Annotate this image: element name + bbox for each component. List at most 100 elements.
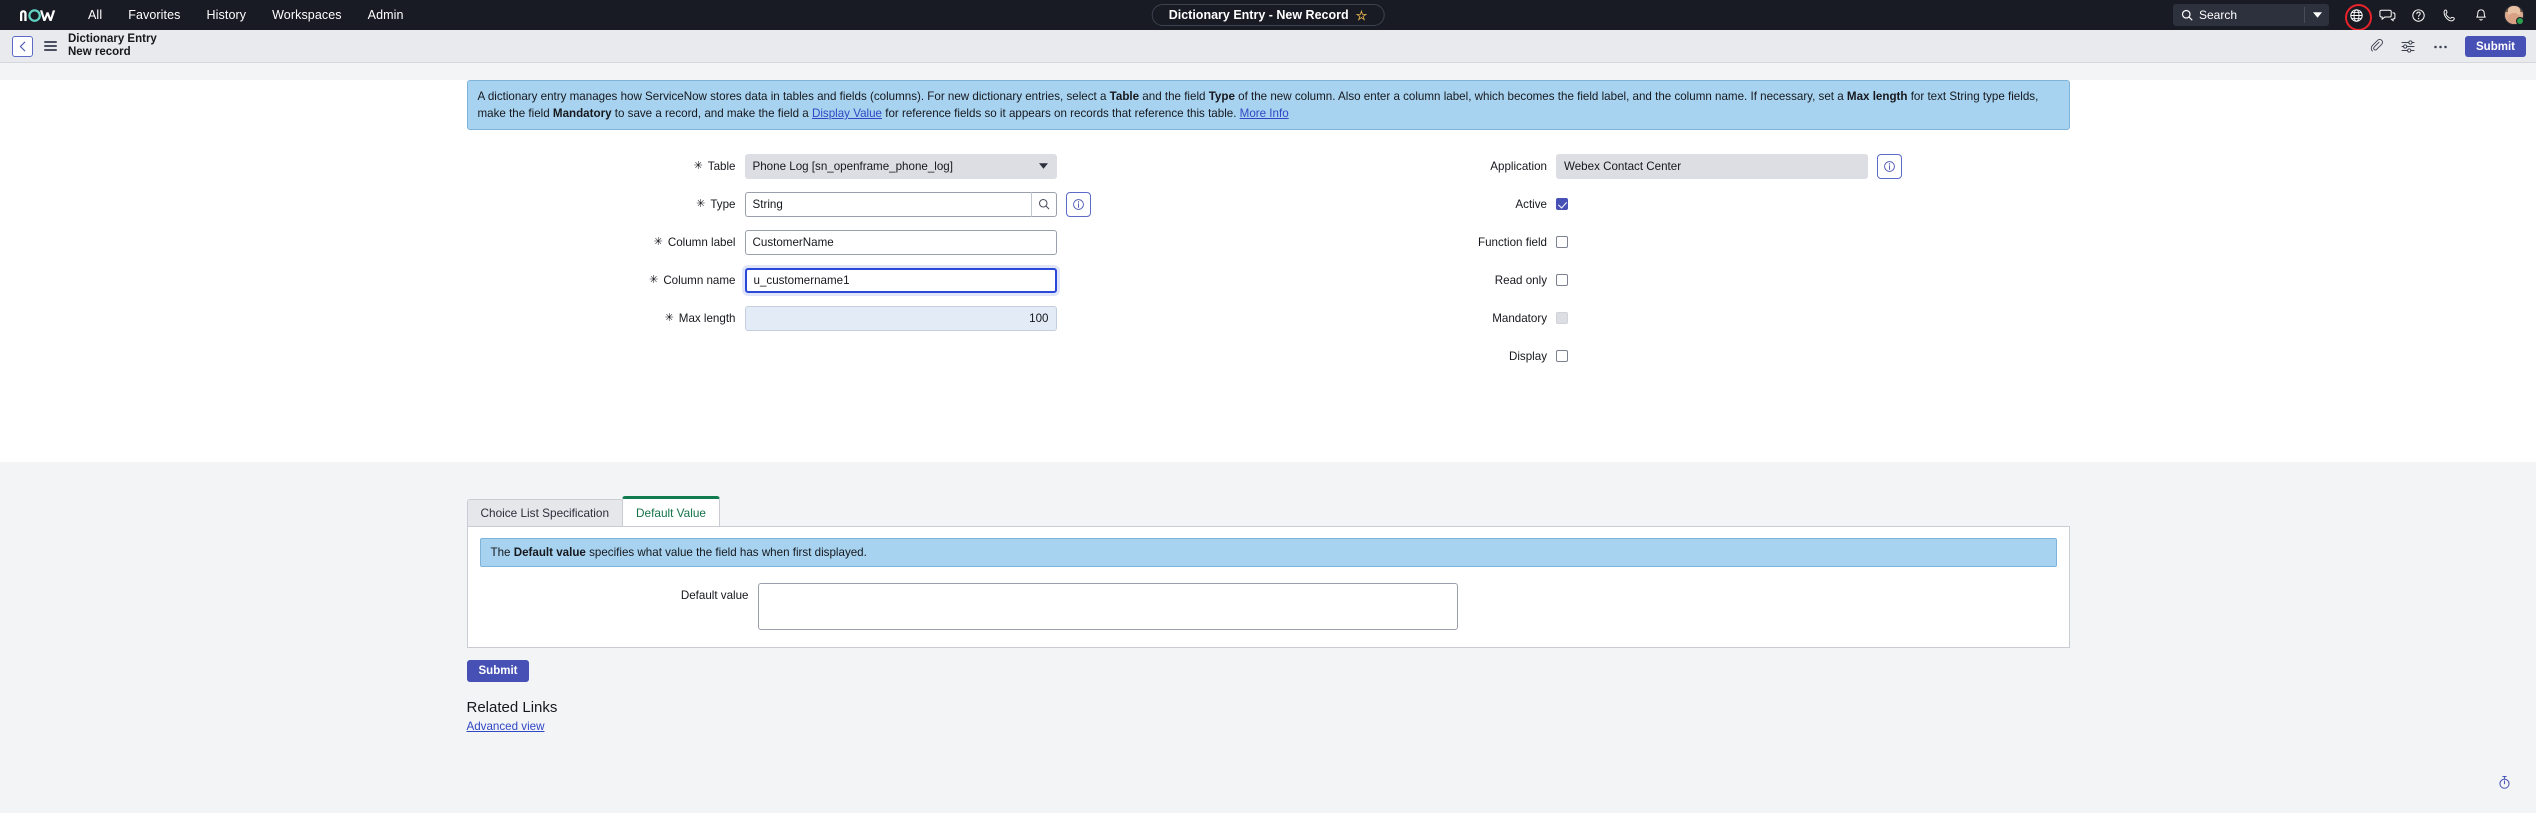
stopwatch-icon[interactable] xyxy=(2498,775,2511,795)
read-only-checkbox[interactable] xyxy=(1556,274,1568,287)
active-field-control xyxy=(1556,198,1568,211)
max-length-field[interactable] xyxy=(744,305,1057,331)
column-name-field-label: ✳ Column name xyxy=(467,274,745,287)
active-checkbox[interactable] xyxy=(1556,198,1568,211)
banner-text-3: of the new column. Also enter a column l… xyxy=(1234,90,1847,103)
tab-banner-suffix: specifies what value the field has when … xyxy=(585,546,867,559)
top-navigation-bar: All Favorites History Workspaces Admin D… xyxy=(0,0,2536,31)
tab-banner-prefix: The xyxy=(490,546,514,559)
form-actions: Submit xyxy=(2360,30,2526,63)
display-field-label: Display xyxy=(1278,350,1556,363)
default-value-tab-panel: The Default value specifies what value t… xyxy=(466,526,2070,648)
servicenow-logo[interactable] xyxy=(18,8,64,22)
column-label-field[interactable] xyxy=(744,229,1057,255)
phone-icon[interactable] xyxy=(2437,3,2462,28)
tab-default-value[interactable]: Default Value xyxy=(622,496,720,526)
max-length-field-control xyxy=(744,305,1057,331)
nav-all[interactable]: All xyxy=(86,4,104,26)
max-length-label-text: Max length xyxy=(678,311,736,325)
default-value-label: Default value xyxy=(680,589,749,602)
table-field-label: ✳ Table xyxy=(467,160,745,173)
field-row-mandatory: Mandatory xyxy=(1278,299,2070,337)
back-button[interactable] xyxy=(12,35,33,57)
attachment-icon[interactable] xyxy=(2363,34,2389,60)
lower-content: Choice List Specification Default Value … xyxy=(466,462,2070,735)
mandatory-field-label: Mandatory xyxy=(1278,312,1556,325)
type-field-label: ✳ Type xyxy=(467,198,745,211)
required-marker-icon: ✳ xyxy=(696,197,706,210)
search-scope-caret-icon[interactable] xyxy=(2305,12,2329,18)
primary-nav-links: All Favorites History Workspaces Admin xyxy=(86,4,406,26)
display-label-text: Display xyxy=(1508,349,1547,363)
current-record-pill[interactable]: Dictionary Entry - New Record ☆ xyxy=(1151,4,1385,26)
table-field[interactable]: Phone Log [sn_openframe_phone_log] xyxy=(744,153,1057,179)
column-name-field[interactable] xyxy=(744,267,1057,293)
search-input[interactable] xyxy=(2199,8,2304,22)
lower-section: Choice List Specification Default Value … xyxy=(0,462,2536,789)
application-field-info-icon[interactable] xyxy=(1877,153,1902,179)
field-row-active: Active xyxy=(1278,185,2070,223)
display-value-link[interactable]: Display Value xyxy=(812,107,882,120)
function-field-label: Function field xyxy=(1278,236,1556,249)
search-icon xyxy=(2173,9,2199,21)
default-value-textarea[interactable] xyxy=(757,583,1458,630)
form-column-left: ✳ Table Phone Log [sn_openframe_phone_lo… xyxy=(467,147,1269,375)
banner-text-2: and the field xyxy=(1139,90,1209,103)
user-avatar[interactable] xyxy=(2504,5,2524,25)
nav-admin[interactable]: Admin xyxy=(366,4,406,26)
banner-bold-table: Table xyxy=(1109,90,1140,103)
default-value-row: Default value xyxy=(480,583,2057,630)
required-marker-icon: ✳ xyxy=(653,235,663,248)
field-row-column-name: ✳ Column name xyxy=(467,261,1269,299)
banner-bold-mandatory: Mandatory xyxy=(552,107,612,121)
application-field-label: Application xyxy=(1278,160,1556,173)
related-links-title: Related Links xyxy=(466,699,558,716)
tab-choice-list-specification-label: Choice List Specification xyxy=(480,506,610,520)
conversations-icon[interactable] xyxy=(2375,3,2400,28)
global-search[interactable] xyxy=(2173,4,2329,26)
active-field-label: Active xyxy=(1278,198,1556,211)
required-marker-icon: ✳ xyxy=(693,159,703,172)
type-field-info-icon[interactable] xyxy=(1065,191,1091,217)
column-name-label-text: Column name xyxy=(663,273,736,287)
nav-history[interactable]: History xyxy=(205,4,249,26)
display-checkbox[interactable] xyxy=(1556,350,1568,363)
presence-online-indicator xyxy=(2516,17,2524,25)
type-lookup-search-icon[interactable] xyxy=(1030,191,1057,217)
advanced-view-link[interactable]: Advanced view xyxy=(467,720,545,733)
form-columns: ✳ Table Phone Log [sn_openframe_phone_lo… xyxy=(467,147,2070,375)
tab-choice-list-specification[interactable]: Choice List Specification xyxy=(466,499,624,526)
nav-favorites[interactable]: Favorites xyxy=(126,4,182,26)
read-only-field-control xyxy=(1556,274,1568,287)
banner-text-5: to save a record, and make the field a xyxy=(611,107,812,121)
favorite-star-icon[interactable]: ☆ xyxy=(1356,9,1368,22)
record-title-block: Dictionary Entry New record xyxy=(68,33,157,59)
context-menu-icon[interactable] xyxy=(44,41,57,51)
dictionary-entry-info-banner: A dictionary entry manages how ServiceNo… xyxy=(466,80,2070,131)
table-field-value: Phone Log [sn_openframe_phone_log] xyxy=(752,159,953,173)
notifications-bell-icon[interactable] xyxy=(2468,3,2493,28)
banner-text-6: for reference fields so it appears on re… xyxy=(882,107,1240,121)
table-label-text: Table xyxy=(707,159,736,173)
mandatory-field-control xyxy=(1556,312,1568,325)
type-field-control xyxy=(744,191,1091,217)
display-field-control xyxy=(1556,350,1568,363)
submit-button-footer[interactable]: Submit xyxy=(466,660,530,682)
current-record-label: Dictionary Entry - New Record xyxy=(1168,8,1349,22)
globe-icon[interactable] xyxy=(2344,3,2372,31)
personalize-form-icon[interactable] xyxy=(2395,34,2421,60)
type-field[interactable] xyxy=(744,191,1031,217)
submit-button-header[interactable]: Submit xyxy=(2465,36,2526,57)
active-label-text: Active xyxy=(1515,197,1547,211)
table-field-control: Phone Log [sn_openframe_phone_log] xyxy=(744,153,1057,179)
help-icon[interactable] xyxy=(2406,3,2431,28)
nav-workspaces[interactable]: Workspaces xyxy=(270,4,344,26)
function-field-checkbox[interactable] xyxy=(1556,236,1568,249)
tab-banner-bold: Default value xyxy=(513,546,586,559)
required-marker-icon: ✳ xyxy=(664,311,674,324)
column-label-label-text: Column label xyxy=(667,235,736,249)
more-info-link[interactable]: More Info xyxy=(1240,107,1289,120)
more-options-icon[interactable] xyxy=(2427,34,2453,60)
required-marker-icon: ✳ xyxy=(649,273,659,286)
column-name-field-control xyxy=(744,267,1057,293)
